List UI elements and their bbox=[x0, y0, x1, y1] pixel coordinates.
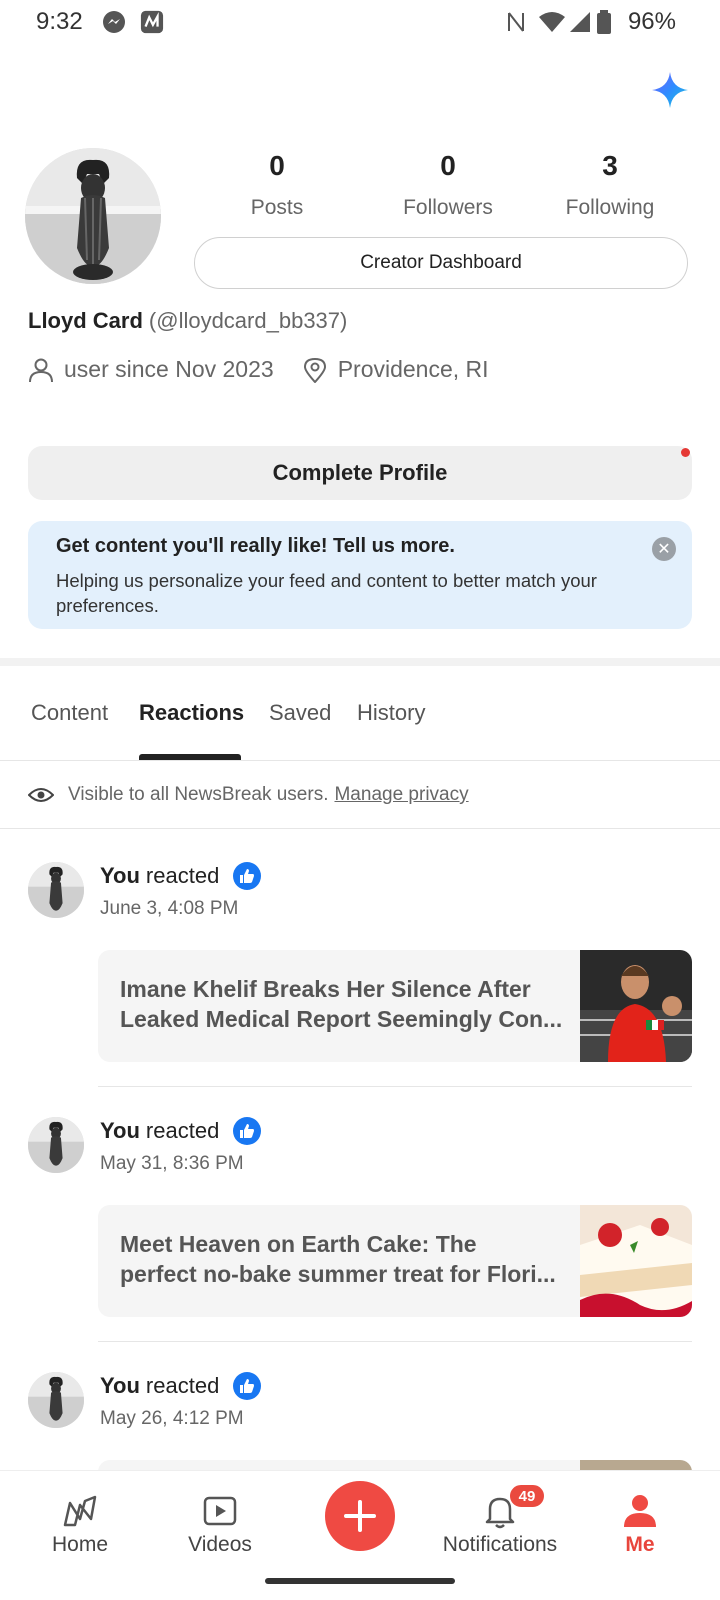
nav-home-label: Home bbox=[51, 1533, 109, 1556]
eye-icon bbox=[28, 788, 54, 802]
tabs-divider bbox=[0, 760, 720, 761]
avatar bbox=[28, 1117, 84, 1173]
reaction-action: reacted bbox=[145, 1373, 220, 1398]
reaction-action: reacted bbox=[145, 863, 220, 888]
avatar bbox=[28, 1372, 84, 1428]
tab-content[interactable]: Content bbox=[31, 700, 108, 726]
article-thumbnail bbox=[580, 950, 692, 1062]
tab-history[interactable]: History bbox=[357, 700, 425, 726]
followers-label: Followers bbox=[403, 196, 493, 219]
article-card[interactable]: Meet Heaven on Earth Cake: The perfect n… bbox=[98, 1205, 692, 1317]
posts-label: Posts bbox=[250, 196, 304, 219]
avatar-photo bbox=[28, 862, 84, 918]
battery-icon bbox=[597, 10, 611, 34]
video-play-icon bbox=[203, 1496, 237, 1526]
profile-name: Lloyd Card bbox=[28, 308, 143, 333]
creator-dashboard-button[interactable]: Creator Dashboard bbox=[194, 237, 688, 289]
complete-profile-button[interactable]: Complete Profile bbox=[28, 446, 692, 500]
article-card[interactable]: Imane Khelif Breaks Her Silence After Le… bbox=[98, 950, 692, 1062]
reaction-date: June 3, 4:08 PM bbox=[100, 898, 239, 919]
banner-body: Helping us personalize your feed and con… bbox=[56, 570, 597, 616]
location-pin-icon bbox=[303, 357, 326, 383]
messenger-icon bbox=[103, 11, 125, 33]
reaction-line: You reacted bbox=[100, 1117, 262, 1145]
nav-videos-label: Videos bbox=[188, 1533, 252, 1556]
banner-title: Get content you'll really like! Tell us … bbox=[56, 535, 455, 557]
close-icon[interactable]: ✕ bbox=[652, 537, 676, 561]
notification-dot bbox=[681, 448, 690, 457]
article-title: Imane Khelif Breaks Her Silence After Le… bbox=[120, 974, 568, 1034]
reaction-actor: You bbox=[100, 1118, 140, 1143]
article-title: Meet Heaven on Earth Cake: The perfect n… bbox=[120, 1229, 568, 1289]
reaction-actor: You bbox=[100, 1373, 140, 1398]
following-label: Following bbox=[565, 196, 655, 219]
nav-me-label: Me bbox=[625, 1533, 655, 1556]
nav-notifications[interactable]: Notifications bbox=[430, 1491, 570, 1557]
following-count: 3 bbox=[602, 150, 618, 181]
reaction-line: You reacted bbox=[100, 862, 262, 890]
visibility-notice: Visible to all NewsBreak users. Manage p… bbox=[28, 784, 469, 806]
create-post-button[interactable] bbox=[325, 1481, 395, 1551]
nav-me[interactable]: Me bbox=[570, 1491, 710, 1557]
avatar-photo bbox=[28, 1117, 84, 1173]
wifi-icon bbox=[539, 12, 565, 32]
nav-videos[interactable]: Videos bbox=[150, 1491, 290, 1557]
reaction-action: reacted bbox=[145, 1118, 220, 1143]
avatar-photo bbox=[28, 1372, 84, 1428]
article-title-line1: Meet Heaven on Earth Cake: The bbox=[120, 1231, 477, 1257]
reaction-date: May 26, 4:12 PM bbox=[100, 1408, 244, 1429]
article-title-line1: Imane Khelif Breaks Her Silence After bbox=[120, 976, 531, 1002]
profile-name-line: Lloyd Card (@lloydcard_bb337) bbox=[28, 308, 347, 334]
person-icon bbox=[624, 1495, 656, 1527]
status-bar: 9:32 96% bbox=[0, 0, 720, 44]
profile-tabs: Content Reactions Saved History bbox=[0, 690, 720, 760]
user-icon bbox=[29, 358, 53, 382]
stat-followers[interactable]: 0 Followers bbox=[378, 150, 518, 220]
posts-count: 0 bbox=[269, 150, 285, 181]
visibility-text: Visible to all NewsBreak users. bbox=[68, 784, 329, 805]
article-thumbnail bbox=[580, 1205, 692, 1317]
item-divider bbox=[98, 1086, 692, 1087]
nav-notifications-label: Notifications bbox=[442, 1533, 558, 1556]
article-title-line2: Leaked Medical Report Seemingly Con... bbox=[120, 1006, 563, 1032]
battery-percentage: 96% bbox=[627, 8, 676, 35]
ai-sparkle-icon[interactable] bbox=[652, 72, 688, 108]
thumbs-up-icon bbox=[233, 1117, 262, 1145]
reaction-actor: You bbox=[100, 863, 140, 888]
tab-reactions[interactable]: Reactions bbox=[139, 700, 244, 726]
stat-posts[interactable]: 0 Posts bbox=[207, 150, 347, 220]
tab-saved[interactable]: Saved bbox=[269, 700, 331, 726]
visibility-divider bbox=[0, 828, 720, 829]
reaction-date: May 31, 8:36 PM bbox=[100, 1153, 244, 1174]
location-text: Providence, RI bbox=[337, 356, 489, 382]
reaction-line: You reacted bbox=[100, 1372, 262, 1400]
thumbs-up-icon bbox=[233, 1372, 262, 1400]
stat-following[interactable]: 3 Following bbox=[540, 150, 680, 220]
article-title-line2: perfect no-bake summer treat for Flori..… bbox=[120, 1261, 556, 1287]
profile-meta: user since Nov 2023 Providence, RI bbox=[28, 356, 489, 383]
personalize-banner[interactable]: Get content you'll really like! Tell us … bbox=[28, 521, 692, 629]
cell-signal-icon bbox=[570, 12, 590, 32]
avatar bbox=[28, 862, 84, 918]
nav-home[interactable]: Home bbox=[10, 1491, 150, 1557]
profile-photo bbox=[25, 148, 161, 284]
nfc-icon bbox=[508, 12, 524, 32]
notification-count-badge: 49 bbox=[508, 1483, 546, 1509]
profile-avatar[interactable] bbox=[25, 148, 161, 284]
user-since-text: user since Nov 2023 bbox=[64, 356, 274, 382]
thumbs-up-icon bbox=[233, 862, 262, 890]
newsbreak-app-icon bbox=[140, 10, 164, 34]
profile-handle: (@lloydcard_bb337) bbox=[148, 308, 348, 333]
followers-count: 0 bbox=[440, 150, 456, 181]
item-divider bbox=[98, 1341, 692, 1342]
plus-icon bbox=[344, 1500, 376, 1532]
manage-privacy-link[interactable]: Manage privacy bbox=[334, 784, 468, 806]
section-divider bbox=[0, 658, 720, 666]
home-indicator[interactable] bbox=[265, 1578, 455, 1584]
home-icon bbox=[63, 1495, 97, 1527]
status-time: 9:32 bbox=[36, 8, 83, 35]
